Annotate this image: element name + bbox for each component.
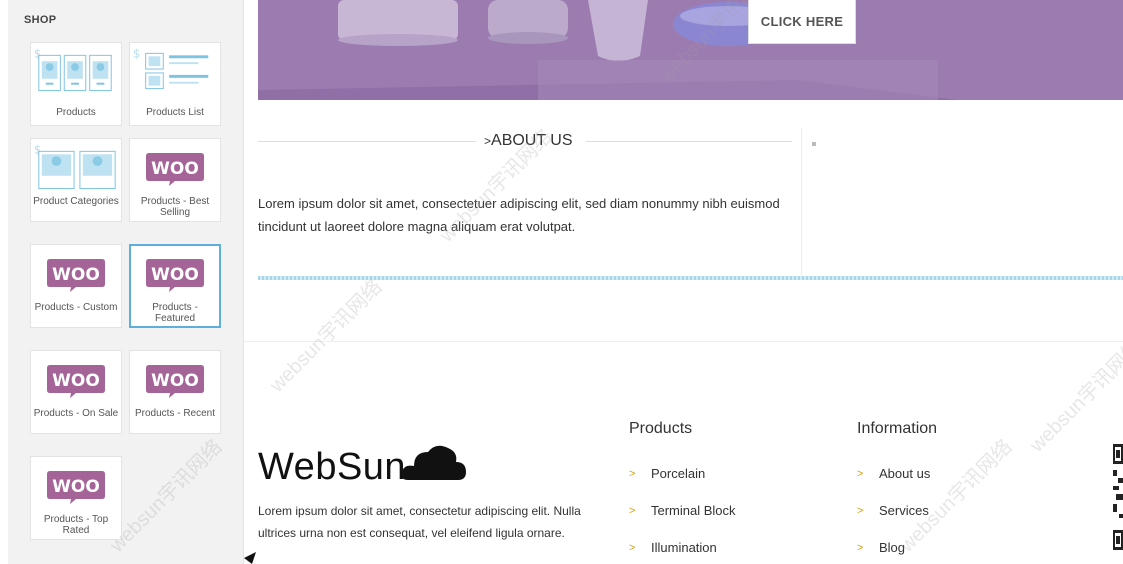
- svg-text:WOO: WOO: [52, 371, 100, 391]
- footer-col-products-title: Products: [629, 420, 693, 437]
- chevron-right-icon: >: [484, 134, 492, 148]
- column-separator: [801, 128, 802, 276]
- hero-banner: CLICK HERE: [258, 0, 1123, 100]
- tile-label: Products - Featured: [152, 302, 198, 324]
- tile-label: Product Categories: [33, 196, 119, 207]
- chevron-right-icon: >: [629, 504, 636, 517]
- widget-products-recent[interactable]: WOO Products - Recent: [129, 350, 221, 434]
- footer-link-terminal-block[interactable]: > Terminal Block: [629, 503, 736, 518]
- woo-icon: WOO: [47, 471, 105, 504]
- about-text: Lorem ipsum dolor sit amet, consectetuer…: [258, 196, 780, 234]
- click-here-button[interactable]: CLICK HERE: [748, 0, 856, 44]
- tile-label: Products - Custom: [34, 302, 118, 313]
- divider: [586, 141, 792, 142]
- footer-link-blog[interactable]: > Blog: [857, 540, 905, 555]
- widget-panel: SHOP $ Products $ Products List $ Produc…: [8, 0, 244, 564]
- chevron-right-icon: >: [857, 504, 864, 517]
- svg-text:WOO: WOO: [52, 477, 100, 497]
- hero-image: [258, 0, 1123, 100]
- svg-text:WOO: WOO: [151, 371, 199, 391]
- chevron-right-icon: >: [629, 541, 636, 554]
- chevron-right-icon: >: [857, 541, 864, 554]
- divider: [258, 141, 476, 142]
- chevron-right-icon: >: [857, 467, 864, 480]
- cloud-logo-icon: [401, 445, 466, 480]
- widget-products-on-sale[interactable]: WOO Products - On Sale: [30, 350, 122, 434]
- tile-label: Products - On Sale: [33, 408, 119, 419]
- footer-divider: [244, 341, 1123, 342]
- widget-products-best-selling[interactable]: WOO Products - Best Selling: [129, 138, 221, 222]
- footer-link-porcelain[interactable]: > Porcelain: [629, 466, 705, 481]
- woo-icon: WOO: [47, 365, 105, 398]
- woo-icon: WOO: [47, 259, 105, 292]
- svg-text:$: $: [133, 46, 140, 60]
- widget-products-top-rated[interactable]: WOO Products - Top Rated: [30, 456, 122, 540]
- footer-link-illumination[interactable]: > Illumination: [629, 540, 717, 555]
- widget-products-list[interactable]: $ Products List: [129, 42, 221, 126]
- about-title: >ABOUT US: [484, 132, 573, 149]
- products-grid-icon: $: [34, 46, 112, 92]
- widget-product-categories[interactable]: $ Product Categories: [30, 138, 122, 222]
- svg-text:WOO: WOO: [52, 265, 100, 285]
- tile-label: Products: [56, 107, 96, 118]
- watermark: websun宇讯网络: [1025, 335, 1123, 457]
- watermark: websun宇讯网络: [265, 275, 387, 397]
- qr-code-icon: [1113, 444, 1123, 550]
- widget-products-custom[interactable]: WOO Products - Custom: [30, 244, 122, 328]
- woo-icon: WOO: [146, 153, 204, 186]
- widget-products[interactable]: $ Products: [30, 42, 122, 126]
- products-list-icon: $: [133, 46, 209, 90]
- section-divider: [258, 276, 1123, 280]
- panel-title: SHOP: [24, 14, 57, 26]
- svg-text:WOO: WOO: [151, 265, 199, 285]
- footer-link-about-us[interactable]: > About us: [857, 466, 930, 481]
- footer-description: Lorem ipsum dolor sit amet, consectetur …: [258, 504, 581, 540]
- cursor-icon: [244, 552, 256, 564]
- tile-label: Products List: [146, 107, 204, 118]
- tile-label: Products - Best Selling: [140, 196, 210, 218]
- footer-col-information-title: Information: [857, 420, 938, 437]
- woo-icon: WOO: [146, 365, 204, 398]
- tile-label: Products - Recent: [134, 408, 216, 419]
- tile-label: Products - Top Rated: [43, 514, 109, 536]
- svg-text:WOO: WOO: [151, 159, 199, 179]
- chevron-right-icon: >: [629, 467, 636, 480]
- footer-link-services[interactable]: > Services: [857, 503, 929, 518]
- woo-icon: WOO: [146, 259, 204, 292]
- image-placeholder-icon: [812, 142, 816, 146]
- watermark: websun宇讯网络: [895, 435, 1017, 557]
- product-categories-icon: $: [34, 142, 116, 189]
- widget-products-featured[interactable]: WOO Products - Featured: [129, 244, 221, 328]
- brand-logo-text: WebSun: [258, 446, 407, 488]
